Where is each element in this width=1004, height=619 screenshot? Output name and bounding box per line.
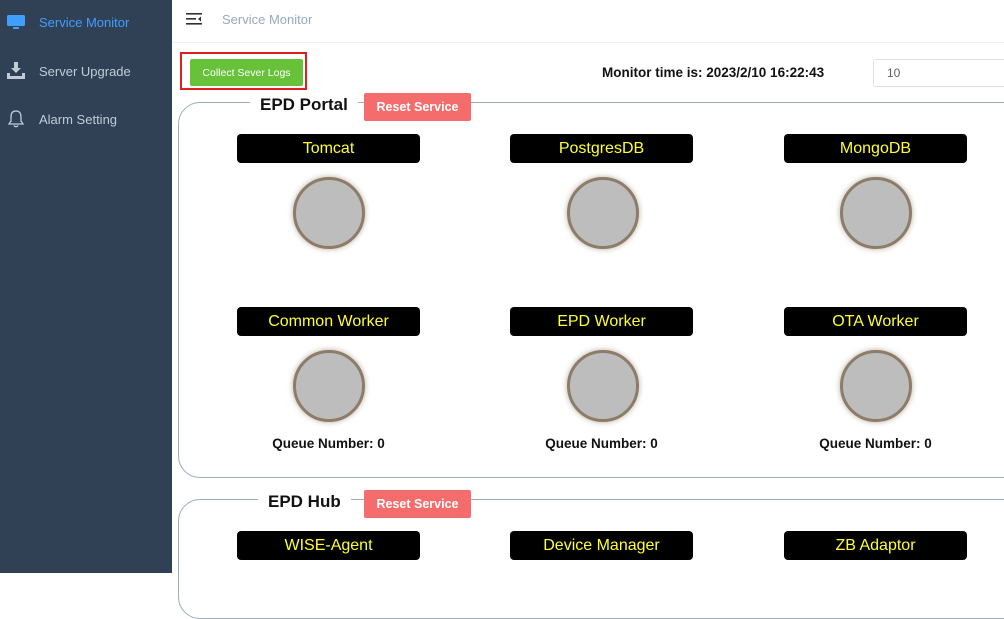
sidebar: Service Monitor Server Upgrade Alarm Set… bbox=[0, 0, 172, 573]
download-icon bbox=[7, 62, 25, 79]
sidebar-item-service-monitor[interactable]: Service Monitor bbox=[0, 2, 172, 42]
top-bar: Service Monitor bbox=[172, 0, 1004, 43]
menu-fold-icon[interactable] bbox=[186, 12, 202, 26]
refresh-interval-input[interactable] bbox=[873, 59, 1004, 87]
queue-number-common-worker: Queue Number: 0 bbox=[272, 436, 385, 451]
status-indicator-ota-worker bbox=[840, 350, 912, 422]
bell-icon bbox=[7, 110, 25, 128]
reset-service-button[interactable]: Reset Service bbox=[364, 93, 471, 121]
service-label-device-manager: Device Manager bbox=[510, 531, 693, 560]
service-label-tomcat: Tomcat bbox=[237, 134, 420, 163]
breadcrumb[interactable]: Service Monitor bbox=[222, 12, 312, 27]
service-label-zb-adaptor: ZB Adaptor bbox=[784, 531, 967, 560]
reset-service-button[interactable]: Reset Service bbox=[364, 490, 471, 518]
service-label-ota-worker: OTA Worker bbox=[784, 307, 967, 336]
group-title-epd-hub: EPD Hub bbox=[258, 492, 351, 512]
sidebar-item-label: Server Upgrade bbox=[39, 63, 131, 79]
service-label-epd-worker: EPD Worker bbox=[510, 307, 693, 336]
service-label-wise-agent: WISE-Agent bbox=[237, 531, 420, 560]
collect-logs-button[interactable]: Collect Sever Logs bbox=[190, 59, 303, 86]
group-title-epd-portal: EPD Portal bbox=[250, 95, 358, 115]
service-label-postgresdb: PostgresDB bbox=[510, 134, 693, 163]
sidebar-item-label: Alarm Setting bbox=[39, 111, 118, 127]
queue-number-epd-worker: Queue Number: 0 bbox=[545, 436, 658, 451]
sidebar-item-server-upgrade[interactable]: Server Upgrade bbox=[0, 51, 172, 91]
status-indicator-tomcat bbox=[293, 177, 365, 249]
queue-number-ota-worker: Queue Number: 0 bbox=[819, 436, 932, 451]
status-indicator-mongodb bbox=[840, 177, 912, 249]
monitor-time: Monitor time is: 2023/2/10 16:22:43 bbox=[602, 65, 825, 80]
status-indicator-postgresdb bbox=[567, 177, 639, 249]
status-indicator-epd-worker bbox=[567, 350, 639, 422]
status-indicator-common-worker bbox=[293, 350, 365, 422]
service-label-common-worker: Common Worker bbox=[237, 307, 420, 336]
monitor-icon bbox=[7, 15, 25, 29]
sidebar-item-alarm-setting[interactable]: Alarm Setting bbox=[0, 99, 172, 139]
service-label-mongodb: MongoDB bbox=[784, 134, 967, 163]
sidebar-item-label: Service Monitor bbox=[39, 14, 130, 30]
